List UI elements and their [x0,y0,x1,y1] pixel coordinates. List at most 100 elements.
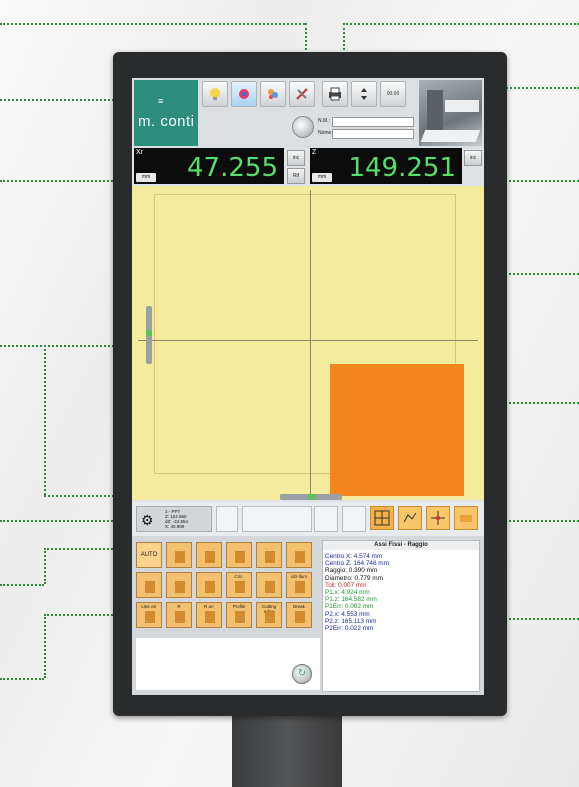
brand-name: m. conti [138,113,195,130]
monitor-stand [232,716,342,787]
readout-xr: Xr 47.255 mm [134,148,284,184]
lightbulb-button[interactable] [202,81,228,107]
status-toolbar: ⚙ 1 - PPT Z: 124.960 dZ: -24.554 X: 40.9… [132,502,484,536]
machine-photo [419,80,482,146]
tool-button[interactable] [286,542,312,568]
result-line: P2.x: 4.553 mm [325,610,370,618]
result-line: P2.z: 165.113 mm [325,617,377,625]
break-button[interactable]: Break [286,602,312,628]
readout-z-value: 149.251 [348,153,456,183]
tool-button[interactable] [256,542,282,568]
readout-xr-rif-button[interactable]: Rif [287,168,305,184]
readout-xr-axis: Xr [136,149,143,156]
result-line: Centro X: 4.574 mm [325,553,383,560]
logo-mark-icon: ≡ [158,96,164,106]
field-nm-label: N.M.: [318,118,330,124]
crosshair-view-button[interactable] [426,506,450,530]
field-nome-label: Nome: [318,130,333,136]
lower-panel: AUTO Circ. ultr-llum Line arr R R arr Pr… [132,536,484,695]
radius-label: R [177,604,181,609]
readout-xr-unit-button[interactable]: mm [136,173,156,182]
printer-button[interactable] [322,81,348,107]
readout-xr-inc-button[interactable]: inc [287,150,305,166]
tool-button[interactable] [256,572,282,598]
nm-input[interactable] [332,117,414,127]
callout-line [0,678,44,680]
callout-line [343,23,579,25]
callout-line [0,584,44,586]
radius-arr-button[interactable]: R arr [196,602,222,628]
tool-button[interactable] [166,572,192,598]
crosshair-vertical [310,190,311,496]
profile-button[interactable]: Profile [226,602,252,628]
measurement-view[interactable] [132,186,484,500]
refresh-button[interactable]: ↻ [292,664,312,684]
tool-button[interactable] [136,572,162,598]
gear-hand-icon: ⚙ [141,512,154,528]
result-line: Toll: 0.007 mm [325,581,367,589]
line-arr-button[interactable]: Line arr [136,602,162,628]
palette-button[interactable] [260,81,286,107]
app-screen: ≡ m. conti 00.00 N.M.: Nome: Xr 47.255 m… [132,78,484,695]
abs-icon [460,515,472,522]
readout-z: Z 149.251 mm [310,148,462,184]
position-info: ⚙ 1 - PPT Z: 124.960 dZ: -24.554 X: 40.9… [136,506,212,532]
profile-view-button[interactable] [398,506,422,530]
refresh-icon: ↻ [297,668,307,679]
probe-icon [239,89,249,99]
grid-icon [374,510,390,526]
probe-button[interactable] [231,81,257,107]
tool-button[interactable] [196,542,222,568]
result-line: P2Err: 0.022 mm [325,625,374,632]
profile-label: Profile [232,604,246,609]
vertical-zoom-slider[interactable] [146,306,152,364]
brand-logo: ≡ m. conti [134,80,198,146]
lightbulb-icon [210,88,220,100]
break-label: Break [293,604,305,609]
readout-z-axis: Z [312,149,317,156]
horizontal-zoom-slider[interactable] [280,494,342,500]
zero-icon: 00.00 [386,90,400,97]
readout-z-unit-button[interactable]: mm [312,173,332,182]
readout-z-inc-button[interactable]: inc [464,150,482,166]
callout-line [44,548,46,584]
zero-button[interactable]: 00.00 [380,81,406,107]
panel-button[interactable] [216,506,238,532]
cutting-edge-button[interactable]: Cutting edge [256,602,282,628]
field-nm: N.M.: [318,117,414,127]
arrows-button[interactable] [351,81,377,107]
header: ≡ m. conti 00.00 N.M.: Nome: [132,78,484,148]
tools-button[interactable] [289,81,315,107]
line-arr-label: Line arr [141,604,157,609]
callout-line [0,23,305,25]
auto-button[interactable]: AUTO [136,542,162,568]
tool-button[interactable] [166,542,192,568]
field-nome: Nome: [318,129,414,139]
results-panel: Assi Fissi - Raggio Centro X: 4.574 mm Ce… [322,540,480,692]
crosshair-icon [431,511,445,525]
readout-xr-value: 47.255 [187,153,278,183]
printer-icon [329,87,341,101]
circle-tool-button[interactable]: Circ. [226,572,252,598]
grid-view-button[interactable] [370,506,394,530]
result-line: P1.x: 4.924 mm [325,589,370,596]
measurement-area [330,364,464,496]
empty-slot [242,506,312,532]
profile-icon [403,512,417,523]
arrows-icon [361,88,367,100]
tool-button[interactable] [196,572,222,598]
result-line: Raggio: 0.390 mm [325,567,378,575]
info-line-4: X: 40.990 [165,524,185,529]
result-line: Centro Z: 164.746 mm [325,560,389,568]
result-line: P1Err: 0.002 mm [325,603,374,611]
result-line: Diametro: 0.779 mm [325,574,383,582]
radius-button[interactable]: R [166,602,192,628]
nome-input[interactable] [332,129,414,139]
crosshair-horizontal [138,340,478,341]
radius-arr-label: R arr [204,604,214,609]
abs-view-button[interactable] [454,506,478,530]
illumination-button[interactable]: ultr-llum [286,572,312,598]
tool-button[interactable] [226,542,252,568]
disk-button[interactable] [292,116,314,138]
keypad-blank-area [136,638,320,690]
